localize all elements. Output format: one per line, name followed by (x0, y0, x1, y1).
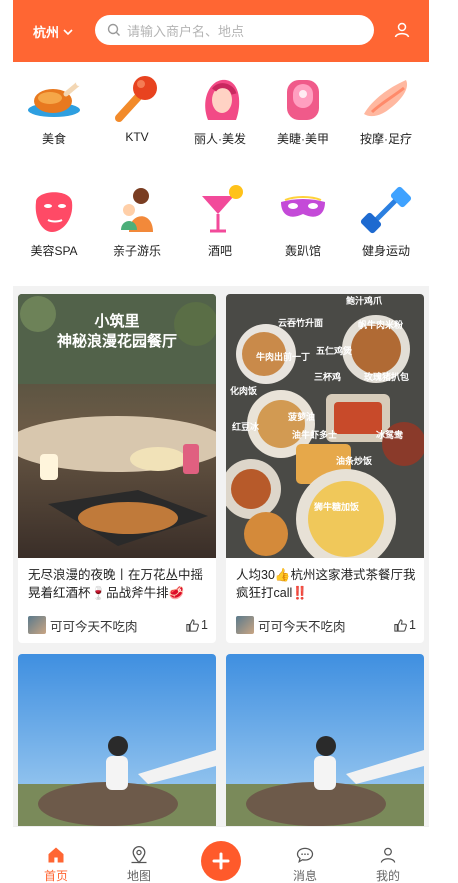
map-pin-icon (131, 846, 147, 864)
card-meta: 可可今天不吃肉 1 (28, 616, 208, 634)
card-author: 可可今天不吃肉 (258, 619, 346, 634)
card-image-text: 五仁鸡煲 (316, 345, 353, 357)
nail-icon (275, 70, 331, 126)
card-image-text: 玫瑰猪扒包 (364, 371, 409, 383)
category-massage[interactable]: 按摩·足疗 (345, 62, 427, 162)
tab-label: 消息 (292, 869, 317, 883)
like-button[interactable]: 1 (393, 618, 416, 633)
card-image (226, 654, 424, 854)
card-image-text: 云吞竹升面 (278, 317, 323, 329)
tab-label: 我的 (375, 869, 400, 883)
bottom-nav: 首页 地图 消息 我的 (13, 826, 429, 883)
tab-home[interactable]: 首页 (21, 827, 91, 883)
category-grid: 美食 KTV 丽人·美发 美睫·美甲 按摩·足疗 美容SPA 亲子游乐 酒吧 轰… (13, 62, 429, 286)
card-image: 小筑里 神秘浪漫花园餐厅 (18, 294, 216, 558)
tab-map[interactable]: 地图 (104, 827, 174, 883)
cocktail-icon (192, 182, 248, 238)
search-placeholder: 请输入商户名、地点 (127, 23, 245, 39)
feed-card[interactable]: 鲍汁鸡爪 云吞竹升面 帆牛肉米粉 牛肉出前一丁 五仁鸡煲 化肉饭 三杯鸡 玫瑰猪… (226, 294, 424, 643)
card-image (18, 654, 216, 854)
category-label: 丽人·美发 (194, 132, 246, 146)
category-ktv[interactable]: KTV (96, 62, 178, 162)
card-title: 无尽浪漫的夜晚丨在万花丛中摇晃着红酒杯🍷品战斧牛排🥩 (28, 568, 204, 600)
category-label: KTV (125, 130, 149, 144)
card-image-text: 化肉饭 (230, 385, 257, 397)
feed-card[interactable] (226, 654, 424, 854)
card-title: 人均30👍杭州这家港式茶餐厅我疯狂打call‼️ (236, 568, 416, 600)
category-label: 健身运动 (361, 244, 410, 258)
avatar (28, 616, 46, 634)
category-label: 美容SPA (30, 244, 78, 258)
chevron-down-icon (63, 28, 73, 35)
microphone-icon (109, 70, 165, 126)
chat-bubble-icon (296, 847, 314, 863)
category-spa[interactable]: 美容SPA (13, 174, 95, 274)
tab-label: 地图 (126, 869, 151, 883)
thumbs-up-icon (186, 618, 199, 632)
plus-icon (212, 852, 230, 870)
card-meta: 可可今天不吃肉 1 (236, 616, 416, 634)
right-margin (429, 0, 458, 883)
card-image-text: 红豆冰 (232, 421, 260, 433)
face-mask-icon (26, 182, 82, 238)
like-count: 1 (201, 618, 208, 632)
category-parent-child[interactable]: 亲子游乐 (96, 174, 178, 274)
category-bar[interactable]: 酒吧 (179, 174, 261, 274)
home-icon (48, 847, 64, 863)
category-lash-nail[interactable]: 美睫·美甲 (262, 62, 344, 162)
category-fitness[interactable]: 健身运动 (345, 174, 427, 274)
feed-card[interactable]: 小筑里 神秘浪漫花园餐厅 无尽浪漫的夜晚丨在万花丛中摇晃着红酒杯🍷品战斧牛排🥩 … (18, 294, 216, 643)
card-image-text: 冰鸳鸯 (376, 429, 404, 441)
tab-profile[interactable]: 我的 (353, 827, 423, 883)
category-beauty-hair[interactable]: 丽人·美发 (179, 62, 261, 162)
left-margin (0, 0, 13, 883)
hair-salon-icon (192, 70, 248, 126)
card-image-text: 小筑里 (94, 312, 139, 330)
like-count: 1 (409, 618, 416, 632)
app-frame: 杭州 请输入商户名、地点 美食 KTV 丽人·美发 美睫·美甲 按摩·足疗 美容… (13, 0, 429, 883)
category-label: 美睫·美甲 (277, 132, 329, 146)
parent-child-icon (109, 182, 165, 238)
tab-messages[interactable]: 消息 (270, 827, 340, 883)
thumbs-up-icon (394, 618, 407, 632)
massage-hand-icon (358, 70, 414, 126)
card-image-text: 狮牛糖加饭 (313, 501, 359, 513)
search-input[interactable]: 请输入商户名、地点 (95, 15, 374, 45)
card-author: 可可今天不吃肉 (50, 619, 138, 634)
tab-label: 首页 (43, 869, 68, 883)
like-button[interactable]: 1 (185, 618, 208, 633)
card-image-text: 油条炒饭 (336, 455, 372, 467)
top-bar: 杭州 请输入商户名、地点 (13, 0, 429, 62)
feed-card[interactable] (18, 654, 216, 854)
city-label: 杭州 (33, 25, 60, 40)
card-image-text: 油牛虾多士 (292, 429, 337, 441)
category-food[interactable]: 美食 (13, 62, 95, 162)
card-image: 鲍汁鸡爪 云吞竹升面 帆牛肉米粉 牛肉出前一丁 五仁鸡煲 化肉饭 三杯鸡 玫瑰猪… (226, 294, 424, 558)
card-image-text: 帆牛肉米粉 (358, 319, 403, 331)
party-mask-icon (275, 182, 331, 238)
roast-chicken-icon (26, 70, 82, 126)
city-selector[interactable]: 杭州 (33, 22, 74, 41)
card-image-text: 牛肉出前一丁 (256, 351, 310, 363)
category-label: 美食 (41, 132, 66, 146)
category-label: 亲子游乐 (112, 244, 161, 258)
category-label: 轰趴馆 (284, 244, 321, 258)
category-label: 酒吧 (207, 244, 232, 258)
dumbbell-icon (358, 182, 414, 238)
card-image-text: 神秘浪漫花园餐厅 (57, 332, 177, 350)
card-image-text: 鲍汁鸡爪 (346, 295, 383, 307)
avatar (236, 616, 254, 634)
search-icon (107, 23, 120, 36)
user-icon[interactable] (393, 21, 411, 39)
category-party[interactable]: 轰趴馆 (262, 174, 344, 274)
card-image-text: 三杯鸡 (314, 371, 341, 383)
user-icon (380, 847, 396, 863)
add-post-button[interactable] (201, 841, 241, 881)
card-image-text: 菠萝油 (288, 411, 315, 423)
category-label: 按摩·足疗 (360, 132, 412, 146)
